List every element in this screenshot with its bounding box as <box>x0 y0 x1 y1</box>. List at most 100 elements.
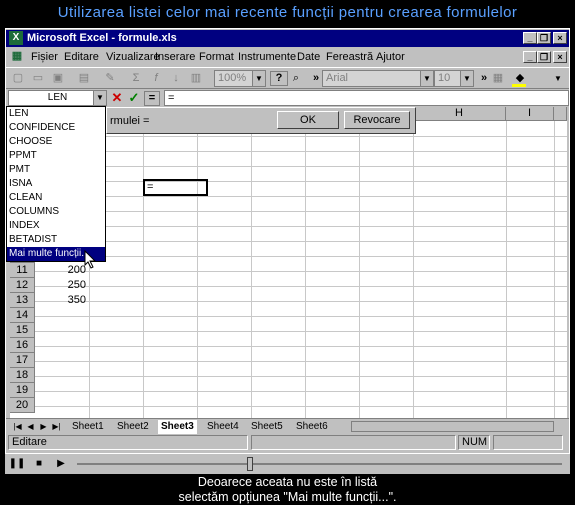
chart-wizard-icon[interactable]: ▥ <box>188 71 204 86</box>
row-header[interactable]: 20 <box>10 398 35 413</box>
gridline <box>35 151 567 152</box>
row-header[interactable]: 16 <box>10 338 35 353</box>
row-header[interactable]: 15 <box>10 323 35 338</box>
enter-icon[interactable]: ✓ <box>127 90 141 106</box>
list-item[interactable]: BETADIST <box>7 233 105 247</box>
seek-track[interactable] <box>77 463 562 465</box>
chevron-down-icon[interactable]: ▼ <box>420 71 433 86</box>
list-item[interactable]: ISNA <box>7 177 105 191</box>
first-sheet-icon[interactable]: |◀ <box>12 421 23 432</box>
cancel-button[interactable]: Revocare <box>344 111 410 129</box>
font-size-value: 10 <box>438 72 451 84</box>
menu-format[interactable]: Format <box>199 51 234 63</box>
column-header-h[interactable]: H <box>413 107 506 121</box>
list-item[interactable]: PPMT <box>7 149 105 163</box>
caption-line-1: Deoarece aceata nu este în listă <box>197 475 378 489</box>
menu-help[interactable]: Ajutor <box>376 51 405 63</box>
play-icon[interactable]: ▶ <box>52 456 70 472</box>
last-sheet-icon[interactable]: ▶| <box>51 421 62 432</box>
cancel-icon[interactable]: ✕ <box>110 90 124 106</box>
sheet-tab[interactable]: Sheet4 <box>207 420 239 434</box>
doc-minimize-button[interactable]: _ <box>523 51 537 63</box>
row-header[interactable]: 14 <box>10 308 35 323</box>
close-button[interactable]: × <box>553 32 567 44</box>
active-cell[interactable]: = <box>143 179 208 196</box>
window-title: Microsoft Excel - formule.xls <box>27 32 177 44</box>
list-item[interactable]: CHOOSE <box>7 135 105 149</box>
list-item[interactable]: CLEAN <box>7 191 105 205</box>
menu-edit[interactable]: Editare <box>64 51 99 63</box>
name-box[interactable]: LEN ▼ <box>8 90 107 106</box>
save-icon[interactable]: ▣ <box>50 71 66 86</box>
horizontal-scrollbar[interactable] <box>351 421 554 432</box>
row-header[interactable]: 11 <box>10 263 35 278</box>
minimize-button[interactable]: _ <box>523 32 537 44</box>
list-item[interactable]: PMT <box>7 163 105 177</box>
sheet-tab-active[interactable]: Sheet3 <box>158 420 197 434</box>
menu-file[interactable]: Fișier <box>31 51 58 63</box>
row-header[interactable]: 19 <box>10 383 35 398</box>
doc-close-button[interactable]: × <box>553 51 567 63</box>
excel-icon[interactable]: X <box>9 31 23 45</box>
sheet-tab[interactable]: Sheet5 <box>251 420 283 434</box>
new-icon[interactable]: ▢ <box>10 71 26 86</box>
list-item[interactable]: INDEX <box>7 219 105 233</box>
font-combo[interactable]: Arial ▼ <box>322 70 434 87</box>
print-preview-icon[interactable]: ▤ <box>76 71 92 86</box>
next-sheet-icon[interactable]: ▶ <box>38 421 49 432</box>
pause-icon[interactable]: ❚❚ <box>8 456 26 472</box>
restore-button[interactable]: ❐ <box>537 32 551 44</box>
format-painter-icon[interactable]: ✎ <box>102 71 118 86</box>
chevron-down-icon[interactable]: ▼ <box>550 71 566 86</box>
stop-icon[interactable]: ■ <box>30 456 48 472</box>
menu-data[interactable]: Date <box>297 51 320 63</box>
help-icon[interactable]: ? <box>270 71 288 86</box>
sort-ascending-icon[interactable]: ↓ <box>168 71 184 86</box>
cell-a13[interactable]: 350 <box>35 293 89 308</box>
menu-tools[interactable]: Instrumente <box>238 51 296 63</box>
gridline <box>35 406 567 407</box>
autosum-icon[interactable]: Σ <box>128 71 144 86</box>
row-header[interactable]: 17 <box>10 353 35 368</box>
row-header[interactable]: 12 <box>10 278 35 293</box>
gridline <box>35 316 567 317</box>
seek-slider[interactable] <box>247 457 253 471</box>
caption-line-2: selectăm opțiunea "Mai multe funcții..."… <box>178 490 397 504</box>
zoom-combo[interactable]: 100% ▼ <box>214 70 266 87</box>
formula-input[interactable]: = <box>164 90 569 106</box>
menu-view[interactable]: Vizualizare <box>106 51 160 63</box>
chevron-down-icon[interactable]: ▼ <box>252 71 265 86</box>
borders-icon[interactable]: ▦ <box>490 71 506 86</box>
sheet-tab[interactable]: Sheet6 <box>296 420 328 434</box>
workbook-icon[interactable]: ▦ <box>9 49 25 64</box>
doc-restore-button[interactable]: ❐ <box>537 51 551 63</box>
menu-insert[interactable]: Inserare <box>155 51 195 63</box>
gridline <box>35 166 567 167</box>
list-item[interactable]: CONFIDENCE <box>7 121 105 135</box>
cell-a11[interactable]: 200 <box>35 263 89 278</box>
sheet-tab[interactable]: Sheet1 <box>72 420 104 434</box>
edit-formula-icon[interactable]: = <box>144 91 160 106</box>
row-header[interactable]: 13 <box>10 293 35 308</box>
gridline <box>35 241 567 242</box>
open-icon[interactable]: ▭ <box>30 71 46 86</box>
status-panel <box>493 435 563 450</box>
cell-a12[interactable]: 250 <box>35 278 89 293</box>
ok-button[interactable]: OK <box>277 111 339 129</box>
paste-function-icon[interactable]: f <box>148 71 164 86</box>
chevron-down-icon[interactable]: ▼ <box>460 71 473 86</box>
list-item[interactable]: COLUMNS <box>7 205 105 219</box>
zoom-tool-icon[interactable]: ⌕ <box>288 71 304 86</box>
prev-sheet-icon[interactable]: ◀ <box>25 421 36 432</box>
row-header[interactable]: 18 <box>10 368 35 383</box>
list-item[interactable]: LEN <box>7 107 105 121</box>
banner-text: Utilizarea listei celor mai recente func… <box>57 4 518 21</box>
chevron-down-icon[interactable]: ▼ <box>93 91 106 105</box>
column-header-j[interactable] <box>554 107 567 121</box>
gridline <box>35 331 567 332</box>
menu-window[interactable]: Fereastră <box>326 51 373 63</box>
font-size-combo[interactable]: 10 ▼ <box>434 70 474 87</box>
title-bar: X Microsoft Excel - formule.xls _ ❐ × <box>6 30 569 47</box>
column-header-i[interactable]: I <box>506 107 554 121</box>
sheet-tab[interactable]: Sheet2 <box>117 420 149 434</box>
